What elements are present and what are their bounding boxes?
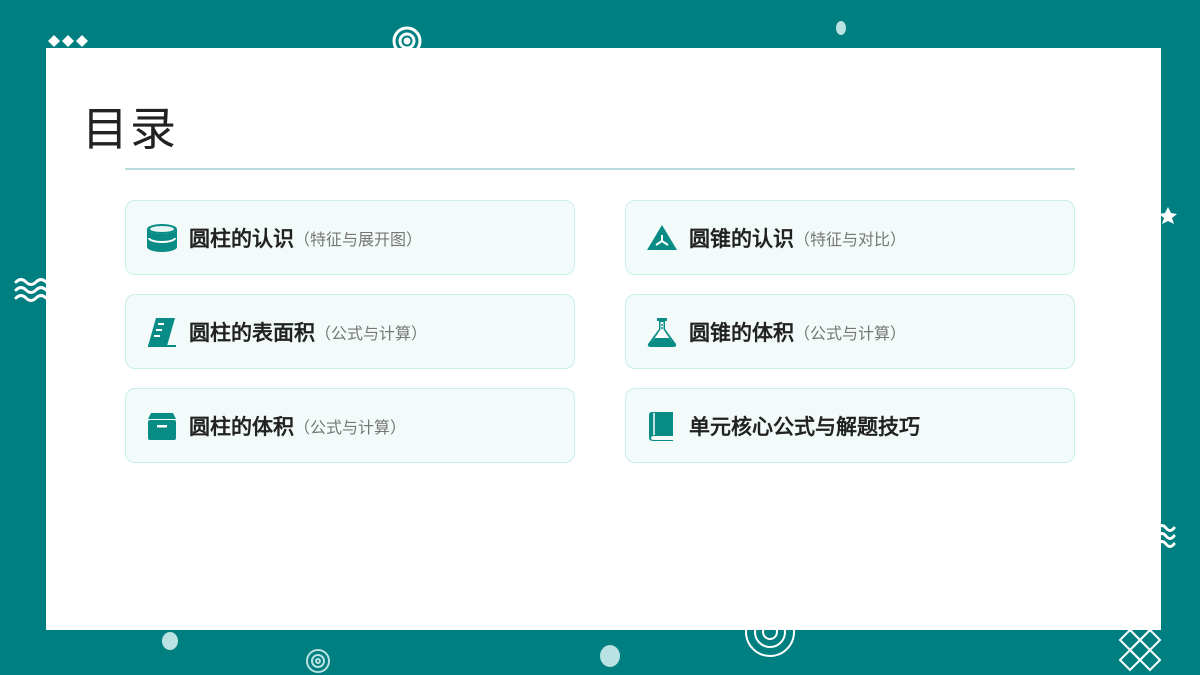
flask-icon	[646, 316, 678, 348]
spiral-icon	[306, 649, 330, 673]
toc-item-cone-volume[interactable]: 圆锥的体积 （公式与计算）	[625, 294, 1075, 369]
toc-item-label: 圆柱的表面积	[189, 319, 315, 345]
dot-decoration	[836, 21, 846, 35]
cylinder-icon	[146, 222, 178, 254]
toc-item-subtitle: （特征与展开图）	[294, 229, 423, 249]
box-icon	[146, 410, 178, 442]
star-icon	[1159, 207, 1177, 224]
wave-icon	[14, 278, 48, 302]
toc-item-label: 圆柱的体积	[189, 413, 294, 439]
book-icon	[646, 410, 678, 442]
toc-item-subtitle: （特征与对比）	[794, 229, 907, 249]
diamond-pattern-icon	[48, 35, 88, 47]
toc-item-cylinder-surface[interactable]: 圆柱的表面积 （公式与计算）	[125, 294, 575, 369]
toc-item-label: 圆锥的认识	[689, 225, 794, 251]
dot-decoration	[162, 632, 178, 650]
page-title: 目录	[82, 102, 178, 156]
toc-item-label: 单元核心公式与解题技巧	[689, 413, 920, 439]
toc-item-cylinder-volume[interactable]: 圆柱的体积 （公式与计算）	[125, 388, 575, 463]
ruler-icon	[146, 316, 178, 348]
toc-item-core-formulas[interactable]: 单元核心公式与解题技巧	[625, 388, 1075, 463]
dot-decoration	[600, 645, 620, 667]
toc-item-subtitle: （公式与计算）	[315, 323, 428, 343]
toc-item-cone-intro[interactable]: 圆锥的认识 （特征与对比）	[625, 200, 1075, 275]
toc-item-subtitle: （公式与计算）	[294, 417, 407, 437]
title-underline	[125, 168, 1075, 170]
cone-icon	[646, 222, 678, 254]
toc-item-label: 圆柱的认识	[189, 225, 294, 251]
toc-item-cylinder-intro[interactable]: 圆柱的认识 （特征与展开图）	[125, 200, 575, 275]
toc-item-subtitle: （公式与计算）	[794, 323, 907, 343]
content-card: 目录 圆柱的认识 （特征与展开图） 圆锥的认识 （特征与对比） 圆柱的表面积 （…	[46, 48, 1161, 630]
toc-item-label: 圆锥的体积	[689, 319, 794, 345]
